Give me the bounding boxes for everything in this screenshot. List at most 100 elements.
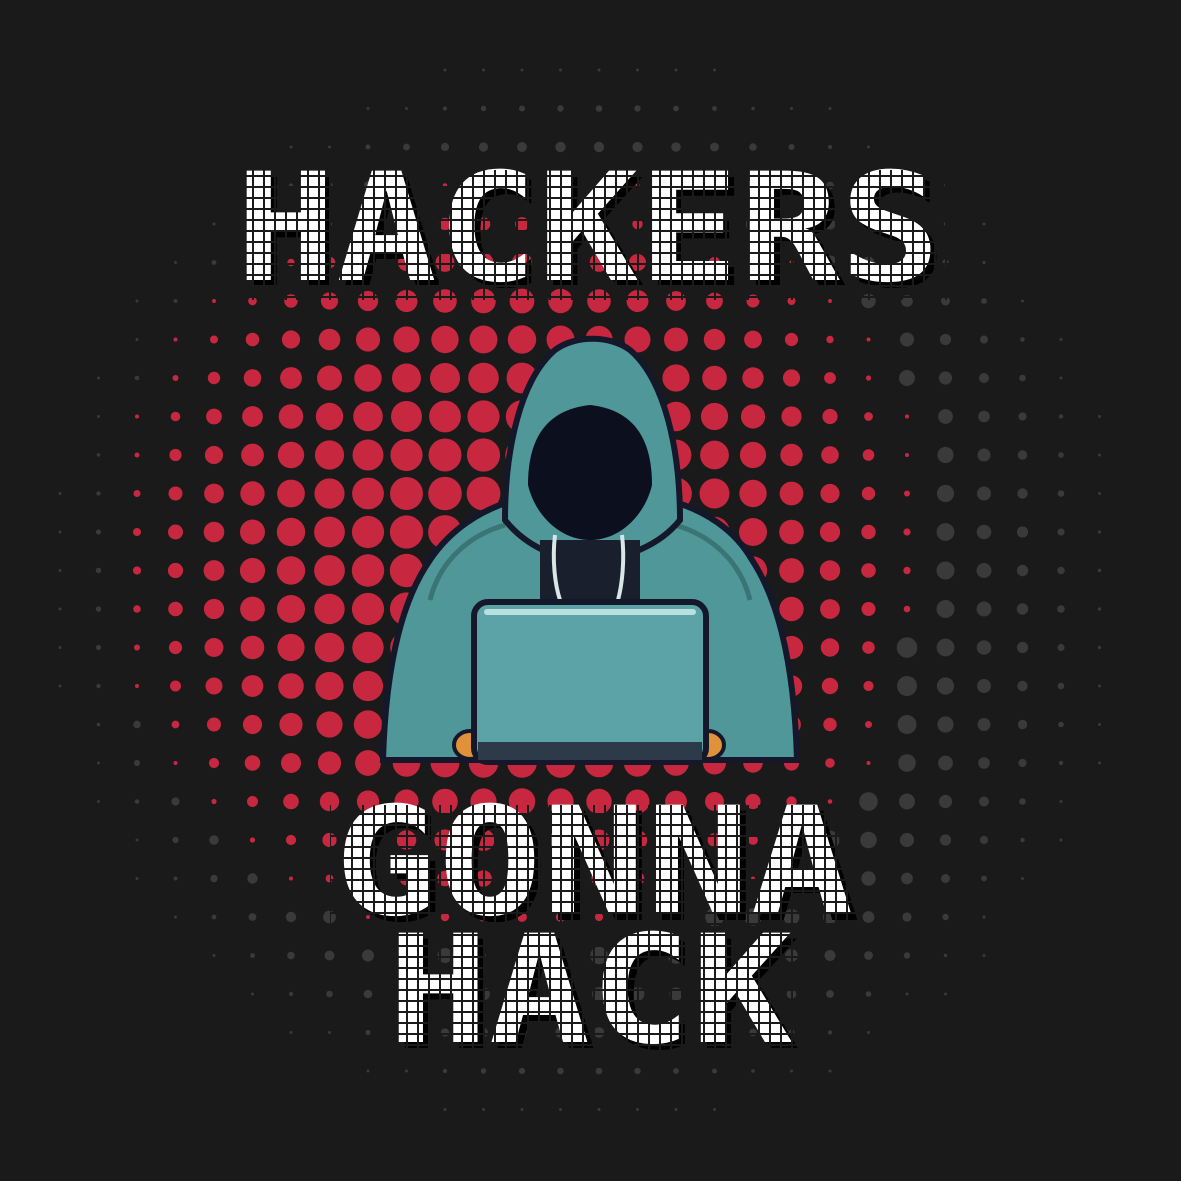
halftone-red-dot [240, 596, 265, 622]
halftone-red-dot [821, 446, 839, 464]
halftone-gray-dot [174, 915, 177, 919]
halftone-gray-dot [96, 491, 101, 496]
halftone-red-dot [276, 517, 306, 547]
halftone-red-dot [277, 479, 305, 508]
halftone-gray-dot [1017, 488, 1028, 499]
halftone-red-dot [825, 758, 835, 768]
halftone-gray-dot [903, 952, 911, 959]
halftone-gray-dot [936, 677, 955, 695]
halftone-red-dot [351, 592, 385, 626]
halftone-gray-dot [97, 415, 100, 418]
halftone-gray-dot [1016, 603, 1029, 615]
halftone-red-dot [779, 558, 804, 583]
halftone-gray-dot [209, 835, 219, 845]
halftone-red-dot [742, 367, 764, 389]
halftone-red-dot [205, 677, 223, 695]
halftone-red-dot [861, 602, 876, 616]
halftone-gray-dot [96, 722, 101, 727]
halftone-red-dot [204, 638, 224, 657]
halftone-red-dot [862, 641, 875, 654]
halftone-red-dot [861, 524, 876, 540]
halftone-gray-dot [328, 1031, 331, 1034]
pixel-grid-overlay [380, 935, 800, 1055]
halftone-gray-dot [981, 875, 987, 882]
halftone-red-dot [316, 711, 343, 738]
halftone-red-dot [428, 476, 462, 511]
halftone-red-dot [173, 761, 178, 765]
halftone-red-dot [204, 483, 224, 504]
halftone-red-dot [903, 528, 911, 536]
halftone-gray-dot [634, 105, 641, 112]
halftone-gray-dot [936, 523, 955, 541]
halftone-gray-dot [941, 874, 950, 883]
halftone-gray-dot [366, 107, 370, 110]
halftone-gray-dot [751, 106, 755, 111]
halftone-gray-dot [1020, 337, 1025, 342]
halftone-gray-dot [557, 105, 564, 112]
halftone-gray-dot [897, 676, 917, 696]
halftone-gray-dot [1059, 800, 1063, 803]
halftone-red-dot [247, 796, 258, 807]
pixel-grid-overlay [330, 805, 860, 935]
halftone-gray-dot [977, 679, 991, 693]
halftone-red-dot [283, 793, 299, 810]
halftone-gray-dot [1057, 490, 1065, 497]
halftone-gray-dot [981, 298, 987, 304]
halftone-gray-dot [902, 912, 912, 922]
halftone-red-dot [865, 721, 872, 728]
halftone-red-dot [172, 375, 179, 381]
halftone-gray-dot [1019, 374, 1026, 382]
halftone-red-dot [244, 755, 261, 771]
halftone-red-dot [703, 328, 726, 351]
hood-face-shadow [528, 405, 652, 540]
halftone-red-dot [781, 406, 802, 427]
halftone-red-dot [739, 479, 767, 508]
halftone-gray-dot [861, 871, 876, 886]
halftone-gray-dot [597, 1108, 601, 1111]
halftone-red-dot [469, 325, 498, 354]
halftone-gray-dot [1019, 798, 1026, 805]
halftone-red-dot [866, 337, 871, 342]
halftone-gray-dot [1097, 607, 1102, 611]
halftone-gray-dot [559, 68, 562, 72]
halftone-red-dot [430, 363, 460, 393]
halftone-gray-dot [1058, 414, 1064, 419]
halftone-red-dot [352, 631, 384, 664]
halftone-red-dot [353, 710, 383, 739]
halftone-gray-dot [363, 989, 373, 999]
halftone-gray-dot [58, 569, 62, 572]
halftone-red-dot [239, 557, 266, 584]
halftone-red-dot [203, 598, 225, 620]
halftone-gray-dot [982, 260, 986, 265]
halftone-red-dot [779, 596, 804, 622]
halftone-red-dot [428, 438, 462, 472]
halftone-gray-dot [482, 68, 485, 72]
halftone-gray-dot [58, 684, 62, 688]
halftone-red-dot [207, 717, 221, 732]
halftone-red-dot [168, 524, 183, 540]
halftone-gray-dot [135, 299, 139, 303]
halftone-red-dot [739, 518, 767, 546]
halftone-gray-dot [134, 799, 140, 804]
halftone-red-dot [744, 330, 762, 349]
halftone-gray-dot [250, 953, 255, 958]
halftone-gray-dot [1058, 760, 1064, 766]
halftone-red-dot [133, 490, 141, 497]
halftone-gray-dot [1097, 645, 1102, 650]
halftone-gray-dot [936, 600, 955, 618]
halftone-gray-dot [1098, 492, 1101, 495]
halftone-gray-dot [96, 453, 101, 457]
halftone-red-dot [905, 453, 909, 457]
halftone-red-dot [864, 412, 873, 421]
halftone-gray-dot [828, 1069, 832, 1073]
halftone-gray-dot [1059, 838, 1063, 842]
halftone-gray-dot [898, 754, 916, 772]
halftone-red-dot [314, 478, 345, 509]
halftone-gray-dot [826, 990, 834, 998]
halftone-red-dot [740, 404, 766, 429]
halftone-gray-dot [97, 761, 100, 765]
halftone-red-dot [779, 519, 804, 545]
halftone-gray-dot [1018, 758, 1027, 768]
halftone-gray-dot [937, 446, 954, 464]
halftone-red-dot [904, 490, 910, 497]
